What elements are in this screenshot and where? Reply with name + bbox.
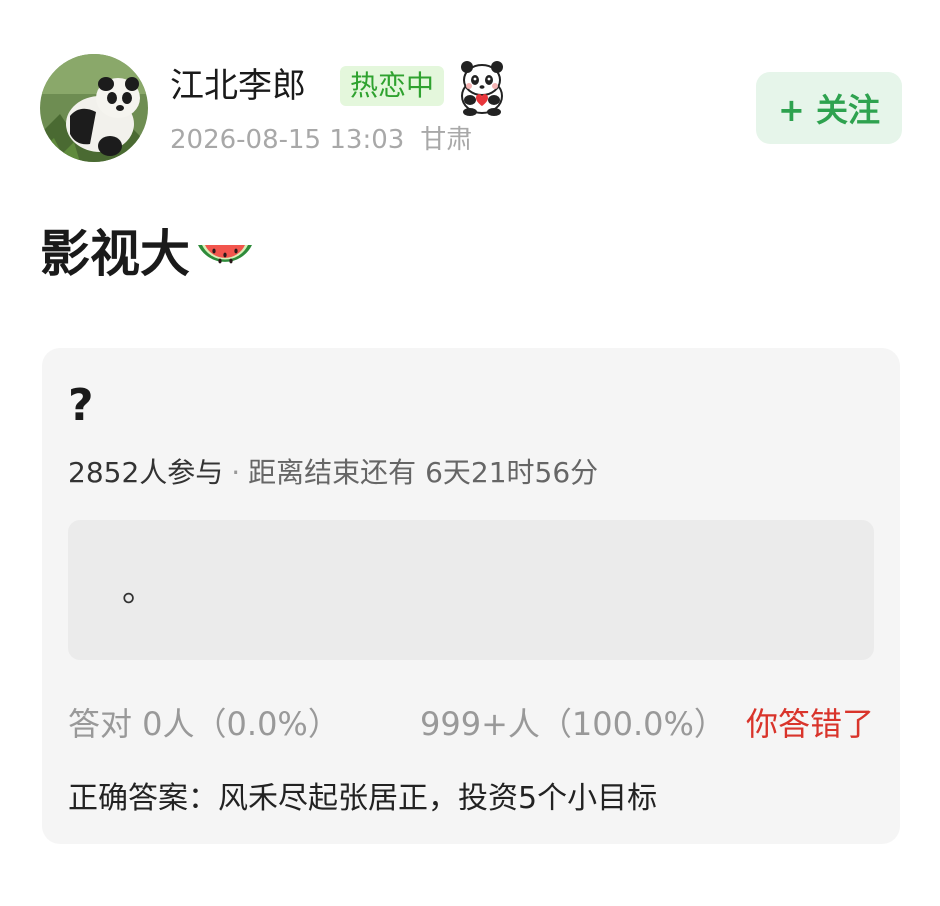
result-status: 你答错了 [745, 705, 874, 743]
participant-count: 2852人参与 [68, 456, 224, 489]
avatar[interactable] [40, 54, 148, 162]
post-title-text: 影视大 [40, 225, 190, 283]
follow-button[interactable]: + 关注 [756, 72, 902, 144]
other-count: 999+人（100.0%） [420, 705, 726, 743]
post-meta: 2026-08-15 13:03 甘肃 [170, 120, 472, 160]
post-title: 影视大 [40, 218, 256, 290]
quiz-question: ? [68, 380, 94, 431]
correct-answer: 正确答案：风禾尽起张居正，投资5个小目标 [68, 781, 658, 816]
quiz-stats: 2852人参与 · 距离结束还有 6天21时56分 [68, 452, 598, 494]
stats-separator: · [231, 456, 241, 489]
watermelon-icon [194, 223, 256, 285]
quiz-card: ? 2852人参与 · 距离结束还有 6天21时56分 。 答对 0人（0.0%） … [42, 348, 900, 844]
correct-count: 答对 0人（0.0%） [68, 705, 340, 743]
quiz-option[interactable]: 。 [68, 520, 874, 660]
quiz-countdown: 距离结束还有 6天21时56分 [248, 456, 599, 489]
panda-holding-heart-icon [452, 58, 512, 116]
post-header: 江北李郎 热恋中 2026-08-15 13:03 甘肃 + 关注 [40, 54, 902, 164]
author-name[interactable]: 江北李郎 [170, 64, 306, 108]
post-location: 甘肃 [420, 125, 473, 155]
post-date: 2026-08-15 13:03 [170, 125, 405, 155]
status-badge: 热恋中 [340, 66, 445, 106]
quiz-option-text: 。 [122, 570, 156, 610]
